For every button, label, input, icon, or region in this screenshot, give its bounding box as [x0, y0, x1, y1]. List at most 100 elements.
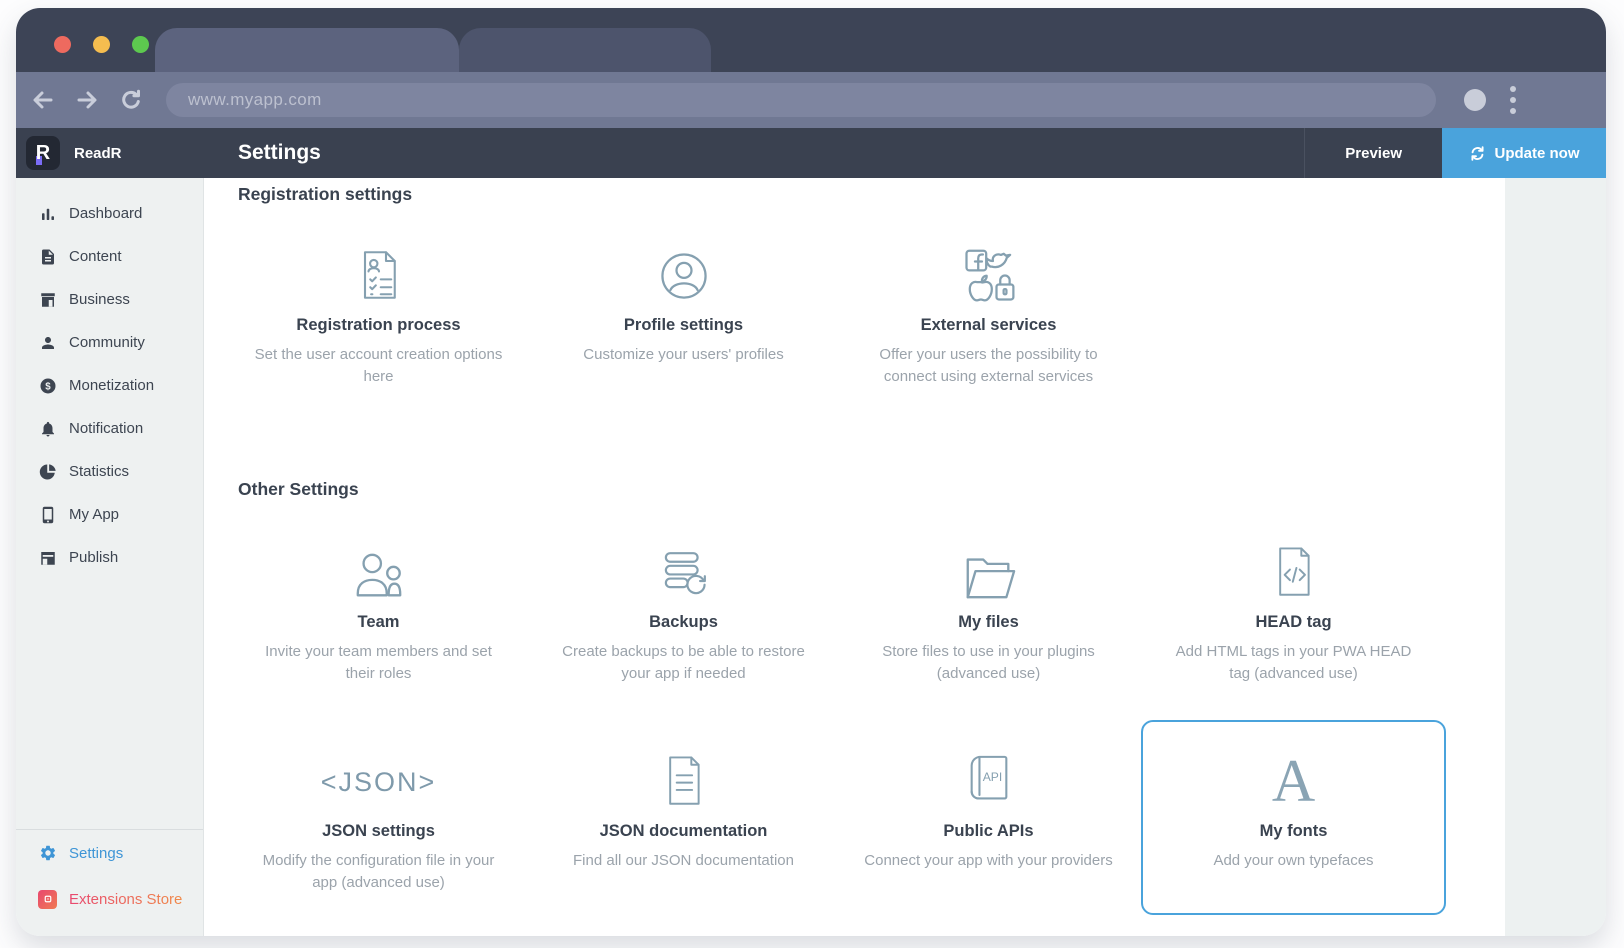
- social-services-icon: [959, 240, 1019, 306]
- card-title: External services: [921, 316, 1057, 335]
- settings-card-registration-process[interactable]: Registration processSet the user account…: [226, 214, 531, 409]
- dollar-circle-icon: $: [38, 376, 57, 395]
- card-title: Profile settings: [624, 316, 743, 335]
- card-title: JSON settings: [322, 822, 435, 841]
- sidebar-item-label: Settings: [69, 845, 123, 862]
- forward-arrow-icon: [75, 88, 99, 112]
- minimize-window-button[interactable]: [93, 36, 110, 53]
- sidebar-item-notification[interactable]: Notification: [16, 407, 203, 450]
- card-description: Store files to use in your plugins (adva…: [861, 641, 1116, 684]
- gear-icon: [38, 844, 57, 863]
- app-header: R ReadR Settings Preview Update now: [16, 128, 1606, 178]
- sidebar-item-monetization[interactable]: $ Monetization: [16, 364, 203, 407]
- settings-card-json-settings[interactable]: <JSON> JSON settings Modify the configurat…: [226, 720, 531, 915]
- brand-name: ReadR: [74, 145, 122, 162]
- sidebar-item-dashboard[interactable]: Dashboard: [16, 192, 203, 235]
- pie-chart-icon: [38, 462, 57, 481]
- browser-menu-button[interactable]: [1504, 80, 1522, 120]
- card-description: Find all our JSON documentation: [573, 850, 794, 872]
- sidebar-item-label: Extensions Store: [69, 891, 182, 908]
- browser-profile-avatar[interactable]: [1464, 89, 1486, 111]
- browser-tab-bar: [16, 8, 1606, 72]
- back-button[interactable]: [26, 83, 60, 117]
- browser-tab-active[interactable]: [155, 28, 459, 72]
- card-description: Modify the configuration file in your ap…: [251, 850, 506, 893]
- sidebar-item-label: Statistics: [69, 463, 129, 480]
- app-body: Dashboard Content Business Community $ Moneti…: [16, 178, 1606, 936]
- sidebar-item-label: My App: [69, 506, 119, 523]
- settings-card-my-files[interactable]: My files Store files to use in your plugi…: [836, 511, 1141, 706]
- card-description: Create backups to be able to restore you…: [556, 641, 811, 684]
- json-text-icon: <JSON>: [321, 746, 437, 812]
- card-description: Add HTML tags in your PWA HEAD tag (adva…: [1166, 641, 1421, 684]
- sidebar-item-my-app[interactable]: My App: [16, 493, 203, 536]
- sidebar-footer: Settings Extensions Store: [16, 830, 203, 922]
- mobile-phone-icon: [38, 505, 57, 524]
- profile-avatar-icon: [654, 240, 714, 306]
- browser-tab-inactive[interactable]: [459, 28, 711, 72]
- settings-cards-row: Team Invite your team members and set the…: [204, 511, 1505, 706]
- close-window-button[interactable]: [54, 36, 71, 53]
- settings-card-head-tag[interactable]: HEAD tagAdd HTML tags in your PWA HEAD t…: [1141, 511, 1446, 706]
- svg-text:API: API: [982, 770, 1002, 784]
- update-now-label: Update now: [1495, 145, 1580, 162]
- settings-card-backups[interactable]: BackupsCreate backups to be able to rest…: [531, 511, 836, 706]
- document-icon: [38, 247, 57, 266]
- window-controls: [54, 36, 149, 53]
- card-description: Invite your team members and set their r…: [251, 641, 506, 684]
- card-description: Customize your users' profiles: [583, 344, 783, 366]
- sidebar-item-label: Publish: [69, 549, 118, 566]
- settings-card-profile-settings[interactable]: Profile settings Customize your users' pr…: [531, 214, 836, 409]
- card-description: Set the user account creation options he…: [251, 344, 506, 387]
- shop-window-icon: [38, 548, 57, 567]
- section-heading: Registration settings: [238, 184, 1505, 206]
- settings-card-public-apis[interactable]: API Public APIs Connect your app with your…: [836, 720, 1141, 915]
- sidebar-item-community[interactable]: Community: [16, 321, 203, 364]
- right-gutter: [1505, 178, 1606, 936]
- svg-text:$: $: [45, 381, 51, 392]
- serif-a-glyph: A: [1272, 750, 1315, 812]
- sidebar-item-publish[interactable]: Publish: [16, 536, 203, 579]
- section-heading: Other Settings: [238, 479, 1505, 501]
- reload-button[interactable]: [114, 83, 148, 117]
- sidebar-item-label: Business: [69, 291, 130, 308]
- sidebar-item-statistics[interactable]: Statistics: [16, 450, 203, 493]
- forward-button[interactable]: [70, 83, 104, 117]
- card-title: Team: [358, 613, 400, 632]
- zoom-window-button[interactable]: [132, 36, 149, 53]
- sidebar-item-label: Notification: [69, 420, 143, 437]
- extensions-icon: [38, 890, 57, 909]
- sidebar-item-label: Monetization: [69, 377, 154, 394]
- team-icon: [348, 537, 410, 603]
- settings-card-json-documentation[interactable]: JSON documentation Find all our JSON docu…: [531, 720, 836, 915]
- sidebar-item-label: Dashboard: [69, 205, 142, 222]
- browser-toolbar: www.myapp.com: [16, 72, 1606, 128]
- api-book-icon: API: [963, 746, 1015, 812]
- settings-card-external-services[interactable]: External servicesOffer your users the po…: [836, 214, 1141, 409]
- serif-a-icon: A: [1272, 746, 1315, 812]
- brand-area: R ReadR: [16, 136, 204, 170]
- app-logo: R: [26, 136, 60, 170]
- address-bar[interactable]: www.myapp.com: [166, 83, 1436, 117]
- preview-button[interactable]: Preview: [1304, 128, 1442, 178]
- card-title: Public APIs: [943, 822, 1033, 841]
- sidebar-item-extensions-store[interactable]: Extensions Store: [16, 876, 203, 922]
- settings-cards-row: <JSON> JSON settings Modify the configurat…: [204, 720, 1505, 915]
- card-description: Connect your app with your providers: [864, 850, 1112, 872]
- code-document-icon: [1268, 537, 1320, 603]
- card-title: My fonts: [1260, 822, 1328, 841]
- page-title: Settings: [238, 141, 1304, 165]
- settings-card-team[interactable]: Team Invite your team members and set the…: [226, 511, 531, 706]
- card-title: JSON documentation: [600, 822, 768, 841]
- backups-icon: [655, 537, 713, 603]
- sidebar-item-content[interactable]: Content: [16, 235, 203, 278]
- back-arrow-icon: [31, 88, 55, 112]
- sidebar-item-settings[interactable]: Settings: [16, 830, 203, 876]
- card-title: My files: [958, 613, 1019, 632]
- browser-window: www.myapp.com R ReadR Settings Preview U…: [16, 8, 1606, 936]
- sidebar-item-business[interactable]: Business: [16, 278, 203, 321]
- update-now-button[interactable]: Update now: [1442, 128, 1606, 178]
- settings-card-my-fonts[interactable]: AMy fontsAdd your own typefaces: [1141, 720, 1446, 915]
- settings-content: Registration settings Registration proces…: [204, 178, 1505, 936]
- registration-form-icon: [351, 240, 407, 306]
